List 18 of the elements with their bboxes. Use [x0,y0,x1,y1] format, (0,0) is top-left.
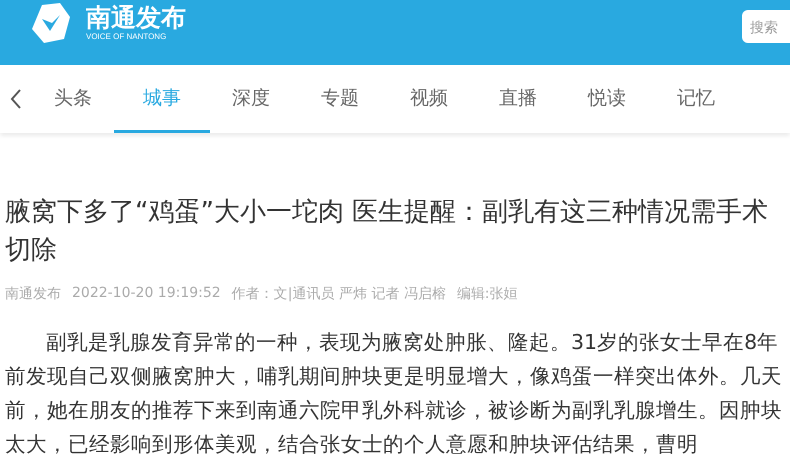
back-icon[interactable] [10,88,22,110]
publish-time: 2022-10-20 19:19:52 [72,285,221,303]
nav-tab[interactable]: 悦读 [574,65,640,133]
source-label: 南通发布 [5,285,61,303]
editor-label: 编辑:张姮 [456,285,518,303]
nav-tab[interactable]: 头条 [40,65,106,133]
article-title: 腋窝下多了“鸡蛋”大小一坨肉 医生提醒：副乳有这三种情况需手术切除 [5,196,770,267]
logo-subtitle: VOICE OF NANTONG [86,32,168,42]
article-paragraph: 副乳是乳腺发育异常的一种，表现为腋窝处肿胀、隆起。31岁的张女士早在8年前发现自己双侧腋窝肿大，哺乳期间肿块更是明显增大，像鸡蛋一样突出体外。几天前，她在朋友的推荐下来到南通六院甲乳外科就诊，被诊断为副乳乳腺增生。因肿块太大，已经影响到形体美观，结合张女士的个人意愿和肿块评估结果，曹明 [5,329,783,458]
nav-tab[interactable]: 专题 [307,65,373,133]
nav-tab[interactable]: 直播 [485,65,551,133]
logo-icon [30,3,72,43]
nav-tab[interactable]: 深度 [218,65,284,133]
search-field[interactable]: 搜索 [742,10,790,43]
nav-tab[interactable]: 记忆 [663,65,729,133]
author-label: 作者：文|通讯员 严炜 记者 冯启榕 [232,285,446,303]
logo-title: 南通发布 [86,4,186,32]
nav-tab[interactable]: 视频 [396,65,462,133]
